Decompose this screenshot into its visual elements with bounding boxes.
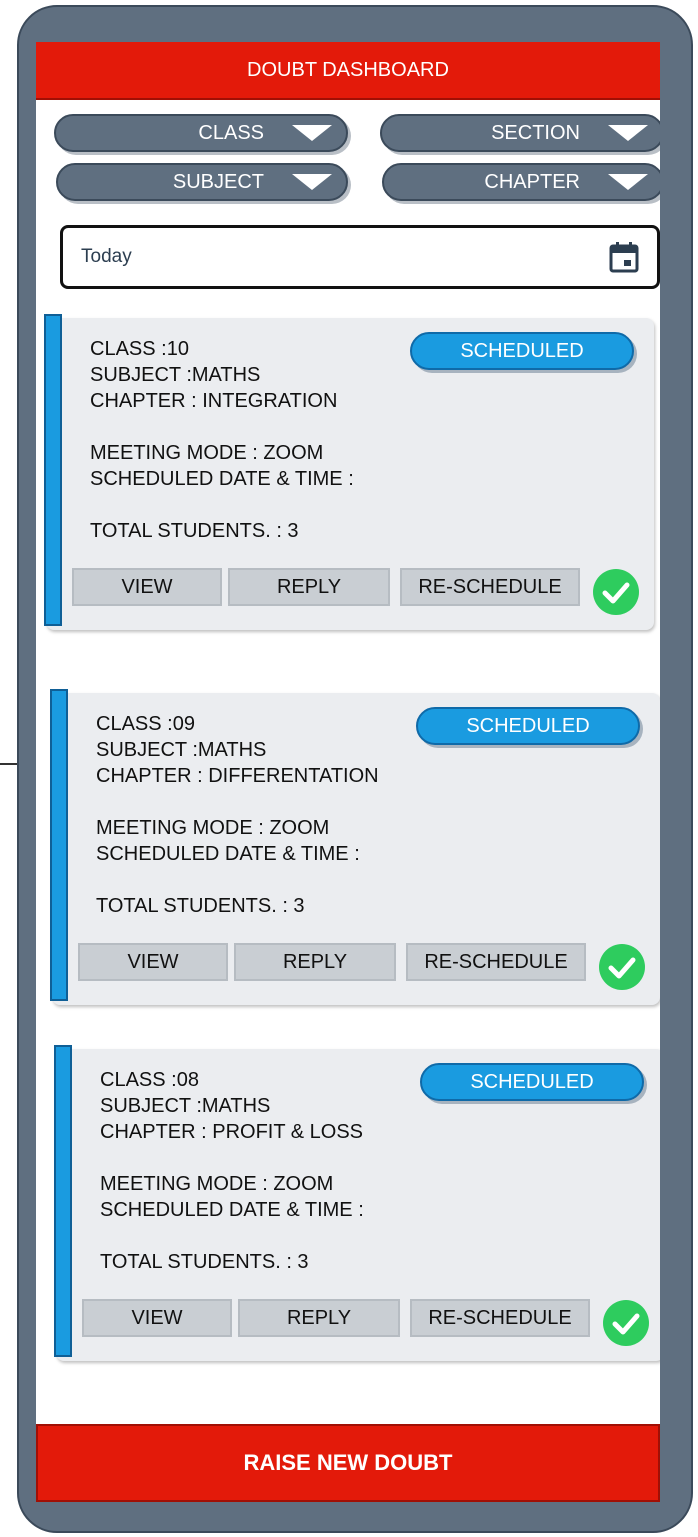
view-button[interactable]: VIEW xyxy=(78,943,228,981)
card-total-students: TOTAL STUDENTS. : 3 xyxy=(96,895,305,917)
status-badge: SCHEDULED xyxy=(410,332,634,370)
reschedule-button[interactable]: RE-SCHEDULE xyxy=(400,568,580,606)
section-dropdown-label: SECTION xyxy=(491,122,580,144)
view-button[interactable]: VIEW xyxy=(72,568,222,606)
calendar-icon[interactable] xyxy=(609,241,639,273)
chapter-dropdown-label: CHAPTER xyxy=(484,171,580,193)
card-scheduled-datetime: SCHEDULED DATE & TIME : xyxy=(96,843,360,865)
check-circle-icon[interactable] xyxy=(598,943,646,991)
card-class: CLASS :08 xyxy=(100,1069,199,1091)
class-dropdown[interactable]: CLASS xyxy=(54,114,348,152)
view-button[interactable]: VIEW xyxy=(82,1299,232,1337)
status-badge: SCHEDULED xyxy=(420,1063,644,1101)
chevron-down-icon xyxy=(292,125,332,141)
card-class: CLASS :09 xyxy=(96,713,195,735)
card-total-students: TOTAL STUDENTS. : 3 xyxy=(90,520,299,542)
card-details: CLASS :10 SUBJECT :MATHS CHAPTER : INTEG… xyxy=(90,336,354,544)
reply-button[interactable]: REPLY xyxy=(238,1299,400,1337)
card-accent-bar xyxy=(50,689,68,1001)
check-circle-icon[interactable] xyxy=(602,1299,650,1347)
date-filter-field[interactable]: Today xyxy=(60,225,660,289)
connector-line xyxy=(0,763,18,765)
card-accent-bar xyxy=(44,314,62,626)
reply-button[interactable]: REPLY xyxy=(234,943,396,981)
doubt-card: CLASS :08 SUBJECT :MATHS CHAPTER : PROFI… xyxy=(54,1045,660,1361)
card-class: CLASS :10 xyxy=(90,338,189,360)
status-badge: SCHEDULED xyxy=(416,707,640,745)
subject-dropdown[interactable]: SUBJECT xyxy=(56,163,348,201)
reply-button[interactable]: REPLY xyxy=(228,568,390,606)
raise-new-doubt-button[interactable]: RAISE NEW DOUBT xyxy=(36,1424,660,1502)
reschedule-button[interactable]: RE-SCHEDULE xyxy=(410,1299,590,1337)
class-dropdown-label: CLASS xyxy=(198,122,264,144)
card-subject: SUBJECT :MATHS xyxy=(90,364,261,386)
reschedule-button[interactable]: RE-SCHEDULE xyxy=(406,943,586,981)
card-accent-bar xyxy=(54,1045,72,1357)
app-screen: DOUBT DASHBOARD CLASS SECTION SUBJECT CH… xyxy=(36,42,660,1502)
section-dropdown[interactable]: SECTION xyxy=(380,114,660,152)
card-scheduled-datetime: SCHEDULED DATE & TIME : xyxy=(100,1199,364,1221)
card-subject: SUBJECT :MATHS xyxy=(96,739,267,761)
card-details: CLASS :09 SUBJECT :MATHS CHAPTER : DIFFE… xyxy=(96,711,379,919)
page-title: DOUBT DASHBOARD xyxy=(36,42,660,100)
check-circle-icon[interactable] xyxy=(592,568,640,616)
card-scheduled-datetime: SCHEDULED DATE & TIME : xyxy=(90,468,354,490)
doubt-card: CLASS :09 SUBJECT :MATHS CHAPTER : DIFFE… xyxy=(50,689,660,1005)
subject-dropdown-label: SUBJECT xyxy=(172,171,264,193)
card-chapter: CHAPTER : INTEGRATION xyxy=(90,390,338,412)
chevron-down-icon xyxy=(608,174,648,190)
card-meeting-mode: MEETING MODE : ZOOM xyxy=(90,442,324,464)
card-meeting-mode: MEETING MODE : ZOOM xyxy=(100,1173,334,1195)
chapter-dropdown[interactable]: CHAPTER xyxy=(382,163,660,201)
card-chapter: CHAPTER : PROFIT & LOSS xyxy=(100,1121,364,1143)
card-chapter: CHAPTER : DIFFERENTATION xyxy=(96,765,379,787)
card-details: CLASS :08 SUBJECT :MATHS CHAPTER : PROFI… xyxy=(100,1067,364,1275)
date-filter-value: Today xyxy=(81,246,132,267)
card-total-students: TOTAL STUDENTS. : 3 xyxy=(100,1251,309,1273)
card-subject: SUBJECT :MATHS xyxy=(100,1095,271,1117)
card-meeting-mode: MEETING MODE : ZOOM xyxy=(96,817,330,839)
doubt-card: CLASS :10 SUBJECT :MATHS CHAPTER : INTEG… xyxy=(44,314,654,630)
chevron-down-icon xyxy=(608,125,648,141)
chevron-down-icon xyxy=(292,174,332,190)
